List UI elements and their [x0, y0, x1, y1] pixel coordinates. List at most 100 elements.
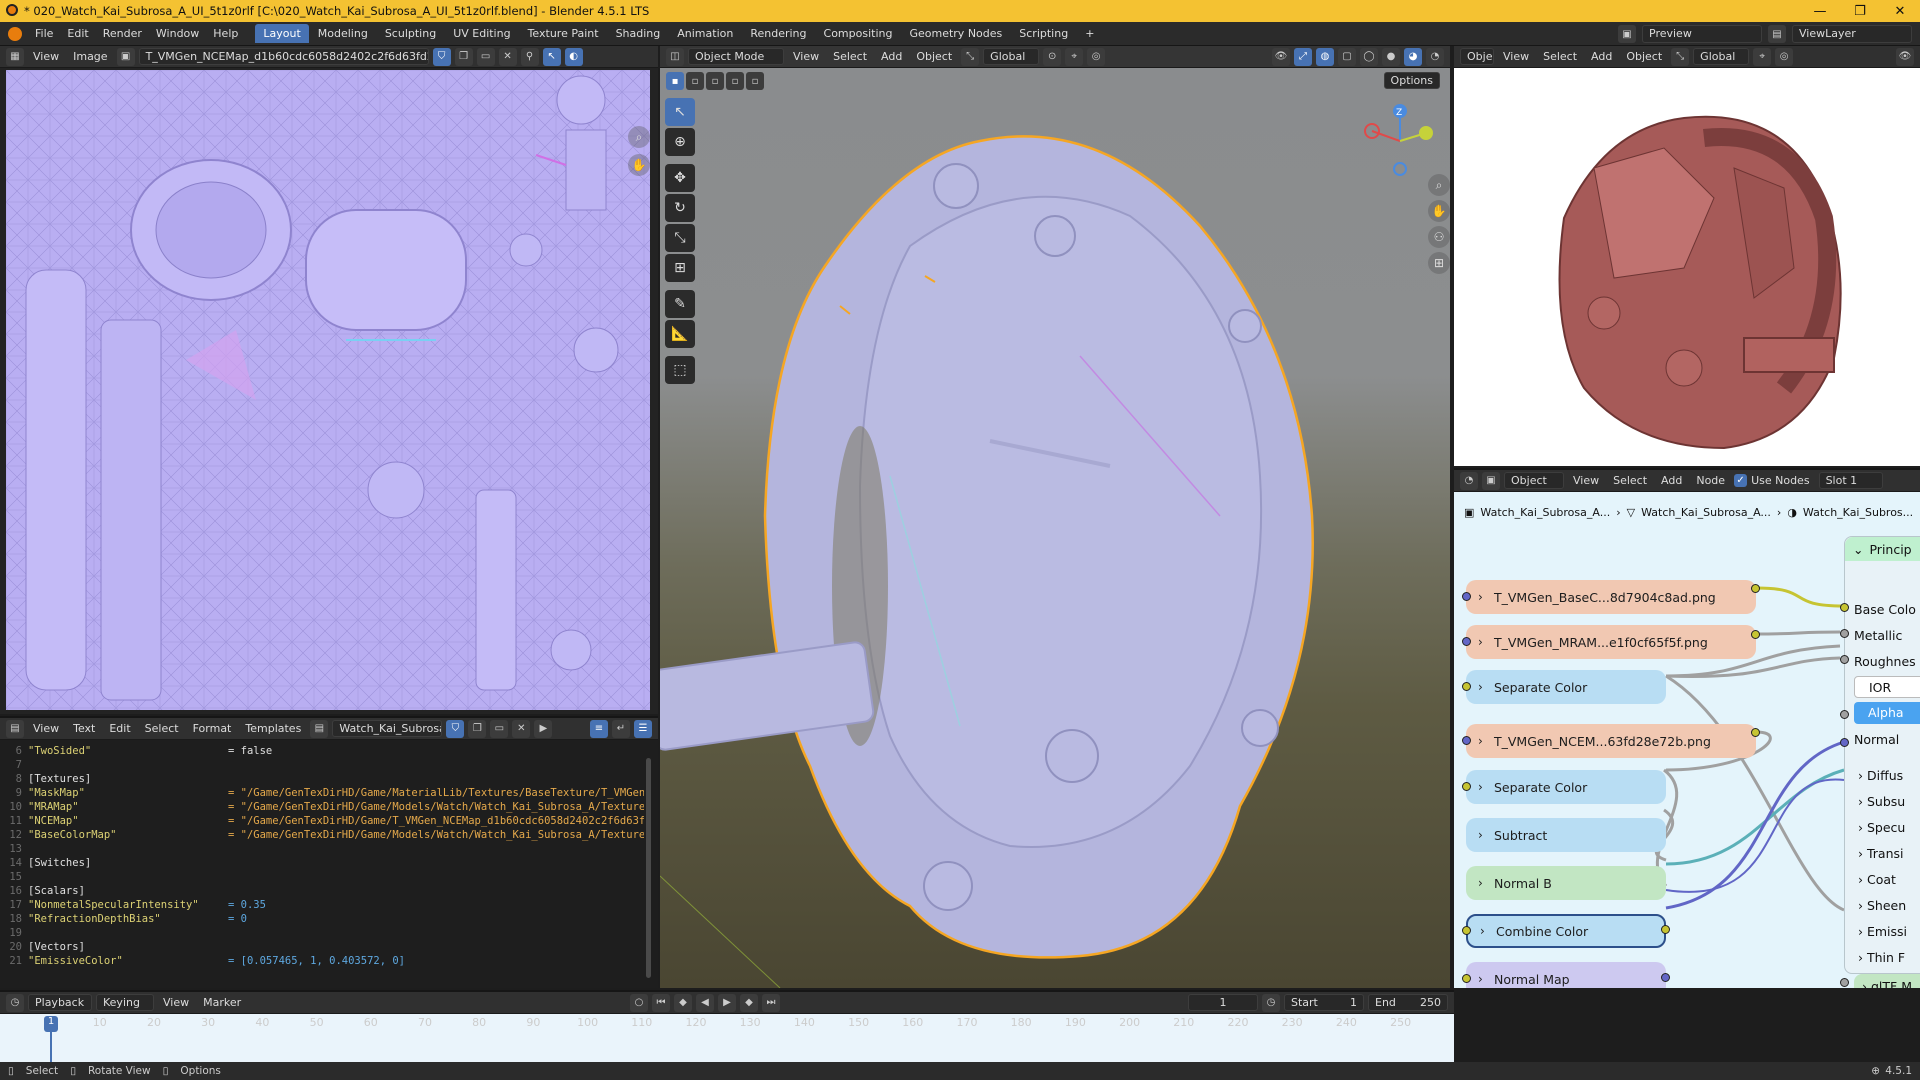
- preview-menu-select[interactable]: Select: [1538, 50, 1582, 63]
- playback-dropdown[interactable]: Playback: [28, 994, 92, 1011]
- menu-render[interactable]: Render: [96, 27, 149, 40]
- text-unlink-icon[interactable]: ✕: [512, 719, 531, 738]
- text-scrollbar[interactable]: [646, 758, 651, 978]
- preview-menu-view[interactable]: View: [1498, 50, 1534, 63]
- preview-viewport[interactable]: Object Mode View Select Add Object ⤡ Glo…: [1454, 46, 1920, 466]
- minimize-button[interactable]: —: [1800, 0, 1840, 22]
- text-new-icon[interactable]: ❐: [468, 719, 487, 738]
- bsdf-panel[interactable]: › Transi: [1858, 846, 1904, 861]
- annotate-tool-icon[interactable]: ✎: [665, 290, 695, 318]
- input-socket[interactable]: [1462, 782, 1471, 791]
- preview-proportional-icon[interactable]: ◎: [1775, 47, 1794, 66]
- input-socket[interactable]: [1462, 926, 1471, 935]
- zoom-icon[interactable]: ⌕: [628, 126, 650, 148]
- bsdf-input-socket[interactable]: [1840, 603, 1849, 612]
- play-icon[interactable]: ▶: [718, 993, 736, 1012]
- code-line[interactable]: 13: [4, 842, 644, 856]
- node-normal-b-group[interactable]: › Normal B: [1466, 866, 1666, 900]
- output-socket[interactable]: [1751, 728, 1760, 737]
- bsdf-panel[interactable]: › Subsu: [1858, 794, 1905, 809]
- playhead-frame[interactable]: 1: [44, 1016, 58, 1032]
- end-frame-field[interactable]: End 250: [1368, 994, 1448, 1011]
- menu-help[interactable]: Help: [206, 27, 245, 40]
- jump-start-icon[interactable]: ⏮: [652, 993, 670, 1012]
- input-socket[interactable]: [1462, 974, 1471, 983]
- scene-icon[interactable]: ▣: [1618, 25, 1636, 43]
- code-line[interactable]: 19: [4, 926, 644, 940]
- bsdf-panel[interactable]: › Specu: [1858, 820, 1905, 835]
- add-cube-tool-icon[interactable]: ⬚: [665, 356, 695, 384]
- open-image-icon[interactable]: ▭: [476, 47, 495, 66]
- node-separate-color-1[interactable]: › Separate Color: [1466, 670, 1666, 704]
- code-line[interactable]: 14 [Switches]: [4, 856, 644, 870]
- text-editor-type-icon[interactable]: ▤: [6, 719, 24, 738]
- code-line[interactable]: 8 [Textures]: [4, 772, 644, 786]
- tab-layout[interactable]: Layout: [255, 24, 309, 43]
- word-wrap-toggle[interactable]: ↵: [612, 719, 630, 738]
- code-line[interactable]: 12 "BaseColorMap" = "/Game/GenTexDirHD/Gam…: [4, 828, 644, 842]
- timeline[interactable]: ◷ Playback Keying View Marker ○ ⏮ ◆ ◀ ▶ …: [0, 990, 1454, 1062]
- transform-tool-icon[interactable]: ⊞: [665, 254, 695, 282]
- tab-shading[interactable]: Shading: [608, 24, 669, 43]
- code-line[interactable]: 20 [Vectors]: [4, 940, 644, 954]
- tab-modeling[interactable]: Modeling: [310, 24, 376, 43]
- bsdf-input-socket[interactable]: [1840, 710, 1849, 719]
- viewlayer-selector[interactable]: ViewLayer: [1792, 25, 1912, 43]
- display-channels-icon[interactable]: ◐: [564, 47, 583, 66]
- gltf-input-socket[interactable]: [1840, 978, 1849, 987]
- input-socket[interactable]: [1462, 592, 1471, 601]
- image-browse-icon[interactable]: ▣: [116, 47, 135, 66]
- 3d-viewport[interactable]: ◫ Object Mode View Select Add Object ⤡ G…: [660, 46, 1450, 988]
- node-normal-map[interactable]: › Normal Map: [1466, 962, 1666, 988]
- input-socket[interactable]: [1462, 736, 1471, 745]
- timeline-ruler[interactable]: 1102030405060708090100110120130140150160…: [0, 1016, 1454, 1034]
- play-reverse-icon[interactable]: ◀: [696, 993, 714, 1012]
- text-open-icon[interactable]: ▭: [490, 719, 509, 738]
- run-script-icon[interactable]: ▶: [534, 719, 553, 738]
- preview-menu-add[interactable]: Add: [1586, 50, 1617, 63]
- cursor-tool-icon[interactable]: ↖: [542, 47, 561, 66]
- input-socket[interactable]: [1462, 682, 1471, 691]
- text-menu-format[interactable]: Format: [188, 722, 237, 735]
- preview-range-icon[interactable]: ◷: [1262, 993, 1280, 1012]
- syntax-highlight-toggle[interactable]: ☰: [634, 719, 652, 738]
- blender-menu-icon[interactable]: [8, 26, 22, 41]
- ortho-toggle-icon[interactable]: ⊞: [1428, 252, 1450, 274]
- text-menu-edit[interactable]: Edit: [104, 722, 135, 735]
- close-button[interactable]: ✕: [1880, 0, 1920, 22]
- node-image-basecolor[interactable]: › T_VMGen_BaseC...8d7904c8ad.png: [1466, 580, 1756, 614]
- code-line[interactable]: 16 [Scalars]: [4, 884, 644, 898]
- text-menu-text[interactable]: Text: [68, 722, 100, 735]
- fake-user-icon[interactable]: ⛉: [432, 47, 451, 66]
- timeline-editor-type-icon[interactable]: ◷: [6, 993, 24, 1012]
- editor-type-icon[interactable]: ▦: [6, 47, 24, 66]
- tab-scripting[interactable]: Scripting: [1011, 24, 1076, 43]
- tab-sculpting[interactable]: Sculpting: [377, 24, 444, 43]
- code-line[interactable]: 11 "NCEMap" = "/Game/GenTexDirHD/Game/T_VM…: [4, 814, 644, 828]
- measure-tool-icon[interactable]: 📐: [665, 320, 695, 348]
- tab-uv-editing[interactable]: UV Editing: [445, 24, 518, 43]
- next-keyframe-icon[interactable]: ◆: [740, 993, 758, 1012]
- viewlayer-icon[interactable]: ▤: [1768, 25, 1786, 43]
- node-subtract[interactable]: › Subtract: [1466, 818, 1666, 852]
- code-line[interactable]: 10 "MRAMap" = "/Game/GenTexDirHD/Game/Mode…: [4, 800, 644, 814]
- menu-edit[interactable]: Edit: [60, 27, 95, 40]
- bsdf-panel[interactable]: › Emissi: [1858, 924, 1907, 939]
- new-image-icon[interactable]: ❐: [454, 47, 473, 66]
- node-image-ncemap[interactable]: › T_VMGen_NCEM...63fd28e72b.png: [1466, 724, 1756, 758]
- jump-end-icon[interactable]: ⏭: [762, 993, 780, 1012]
- tab-compositing[interactable]: Compositing: [816, 24, 901, 43]
- code-line[interactable]: 15: [4, 870, 644, 884]
- menu-window[interactable]: Window: [149, 27, 206, 40]
- output-socket[interactable]: [1661, 925, 1670, 934]
- select-tool-icon[interactable]: ↖: [665, 98, 695, 126]
- input-socket[interactable]: [1462, 637, 1471, 646]
- scale-tool-icon[interactable]: ⤡: [665, 224, 695, 252]
- current-frame-field[interactable]: 1: [1188, 994, 1258, 1011]
- code-line[interactable]: 6 "TwoSided" = false: [4, 744, 644, 758]
- zoom-view-icon[interactable]: ⌕: [1428, 174, 1450, 196]
- tab-texture-paint[interactable]: Texture Paint: [520, 24, 607, 43]
- unlink-icon[interactable]: ✕: [498, 47, 517, 66]
- add-workspace-button[interactable]: +: [1077, 24, 1102, 43]
- maximize-button[interactable]: ❐: [1840, 0, 1880, 22]
